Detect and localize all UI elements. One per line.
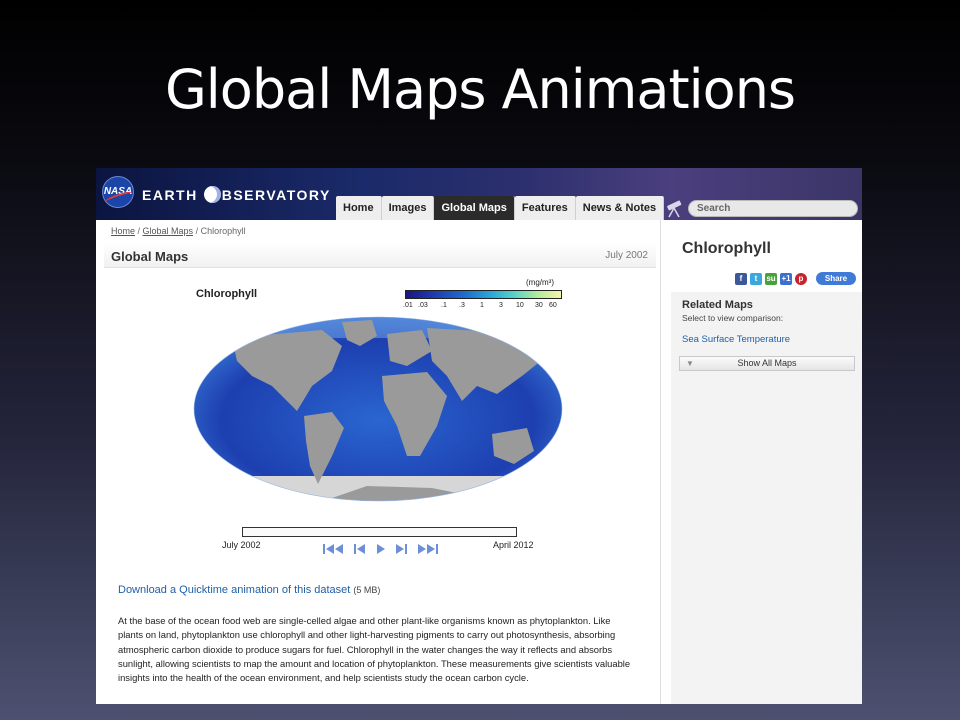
nav-tab-features[interactable]: Features [514, 196, 576, 220]
timeline-start-label: July 2002 [222, 540, 261, 550]
scale-unit: (mg/m³) [526, 278, 554, 287]
breadcrumb-separator: / [193, 226, 201, 236]
page-header: Global Maps July 2002 [104, 242, 656, 268]
show-all-maps-button[interactable]: ▼ Show All Maps [679, 356, 855, 371]
map-date: July 2002 [605, 250, 648, 261]
map-title: Chlorophyll [196, 288, 258, 300]
animation-controls [322, 542, 439, 556]
facebook-icon[interactable]: f [735, 272, 747, 285]
play-icon[interactable] [375, 542, 386, 556]
sidebar-header: Chlorophyll f t su +1 p Share [671, 230, 862, 292]
timeline-slider[interactable] [242, 527, 517, 537]
related-map-sea-surface-temperature[interactable]: Sea Surface Temperature [682, 334, 790, 345]
telescope-icon[interactable] [664, 198, 686, 218]
breadcrumb-home[interactable]: Home [111, 226, 135, 236]
breadcrumb-current: Chlorophyll [200, 226, 246, 236]
sidebar-title: Chlorophyll [682, 240, 771, 257]
description-text: At the base of the ocean food web are si… [118, 615, 631, 684]
chlorophyll-world-map [193, 316, 563, 502]
scale-tick: 60 [549, 302, 557, 309]
last-icon[interactable] [417, 542, 439, 556]
earth-observatory-wordmark[interactable]: EARTH BSERVATORY [142, 186, 331, 203]
slide-title: Global Maps Animations [164, 58, 796, 121]
scale-tick: 1 [480, 302, 484, 309]
column-divider [660, 220, 661, 704]
scale-tick: .01 [403, 302, 413, 309]
page-title: Global Maps [111, 249, 189, 264]
stumbleupon-icon[interactable]: su [765, 272, 777, 285]
previous-icon[interactable] [353, 542, 366, 556]
breadcrumb-global-maps[interactable]: Global Maps [143, 226, 194, 236]
color-scale-bar [405, 290, 562, 299]
twitter-icon[interactable]: t [750, 272, 762, 285]
download-link[interactable]: Download a Quicktime animation of this d… [118, 584, 350, 596]
nasa-logo[interactable]: NASA [102, 176, 134, 208]
nav-tab-global-maps[interactable]: Global Maps [434, 196, 515, 220]
next-icon[interactable] [395, 542, 408, 556]
search-input[interactable]: Search [688, 200, 858, 217]
browser-screenshot: NASA EARTH BSERVATORY Home Images Global … [96, 168, 862, 704]
scale-tick: 30 [535, 302, 543, 309]
pinterest-icon[interactable]: p [795, 272, 807, 285]
first-icon[interactable] [322, 542, 344, 556]
share-row: f t su +1 p Share [735, 272, 856, 285]
scale-tick: .03 [418, 302, 428, 309]
related-maps-heading: Related Maps [682, 299, 753, 311]
wordmark-earth: EARTH [142, 187, 198, 203]
share-button[interactable]: Share [816, 272, 856, 285]
download-animation: Download a Quicktime animation of this d… [118, 584, 380, 596]
scale-tick: .1 [441, 302, 447, 309]
breadcrumb: Home / Global Maps / Chlorophyll [111, 226, 246, 236]
scale-tick: 10 [516, 302, 524, 309]
timeline-end-label: April 2012 [493, 540, 534, 550]
dropdown-triangle-icon: ▼ [686, 359, 694, 368]
sidebar: Chlorophyll f t su +1 p Share Related Ma… [671, 230, 862, 704]
related-maps-subtitle: Select to view comparison: [682, 313, 784, 323]
nav-tab-images[interactable]: Images [381, 196, 435, 220]
scale-tick: .3 [459, 302, 465, 309]
nav-tab-home[interactable]: Home [336, 196, 382, 220]
google-plus-icon[interactable]: +1 [780, 272, 792, 285]
show-all-maps-label: Show All Maps [737, 358, 797, 368]
main-nav: Home Images Global Maps Features News & … [336, 196, 665, 220]
color-scale-ticks: .01 .03 .1 .3 1 3 10 30 60 [401, 302, 571, 312]
nasa-logo-text: NASA [103, 186, 133, 197]
globe-o-icon [203, 186, 221, 203]
download-size: (5 MB) [353, 585, 381, 595]
breadcrumb-separator: / [135, 226, 143, 236]
wordmark-observatory: BSERVATORY [221, 187, 331, 203]
scale-tick: 3 [499, 302, 503, 309]
nav-tab-news-notes[interactable]: News & Notes [575, 196, 665, 220]
site-header: NASA EARTH BSERVATORY Home Images Global … [96, 168, 862, 220]
